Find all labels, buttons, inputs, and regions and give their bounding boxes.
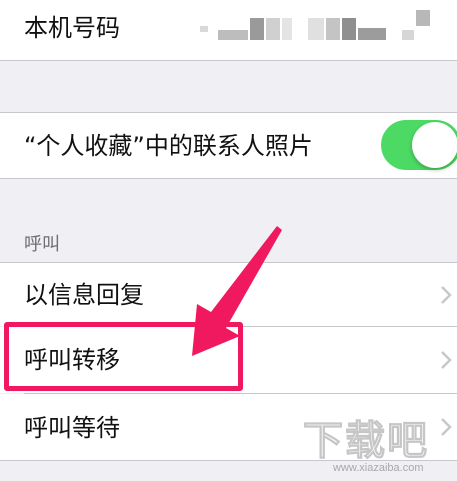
redacted-number-part [358, 28, 386, 40]
highlight-box [4, 322, 243, 391]
favorites-contact-photos-label: “个人收藏”中的联系人照片 [24, 132, 313, 160]
call-waiting-label: 呼叫等待 [24, 414, 120, 442]
chevron-right-icon [441, 351, 452, 369]
redacted-number-part [308, 18, 324, 40]
watermark-url-text: www.xiazaiba.com [333, 462, 424, 474]
separator [0, 60, 457, 61]
toggle-knob [412, 122, 457, 168]
redacted-number-part [218, 30, 248, 40]
redacted-number-part [282, 18, 292, 40]
watermark-logo: 下载吧 www.xiazaiba.com [303, 421, 453, 475]
redacted-number-part [342, 18, 356, 40]
redacted-number-part [200, 26, 208, 32]
redacted-number-part [402, 30, 414, 40]
separator [0, 178, 457, 179]
respond-with-text-row[interactable]: 以信息回复 [0, 263, 457, 326]
redacted-number-part [326, 18, 340, 40]
watermark-main-text: 下载吧 [303, 418, 429, 464]
redacted-number-part [416, 10, 430, 26]
my-number-row[interactable]: 本机号码 [0, 0, 457, 60]
calls-section-header: 呼叫 [24, 234, 60, 255]
favorites-contact-photos-toggle[interactable] [381, 120, 457, 170]
respond-with-text-label: 以信息回复 [24, 281, 144, 309]
redacted-number-part [266, 18, 280, 40]
my-number-label: 本机号码 [24, 14, 120, 42]
chevron-right-icon [441, 286, 452, 304]
redacted-number-part [250, 18, 264, 40]
